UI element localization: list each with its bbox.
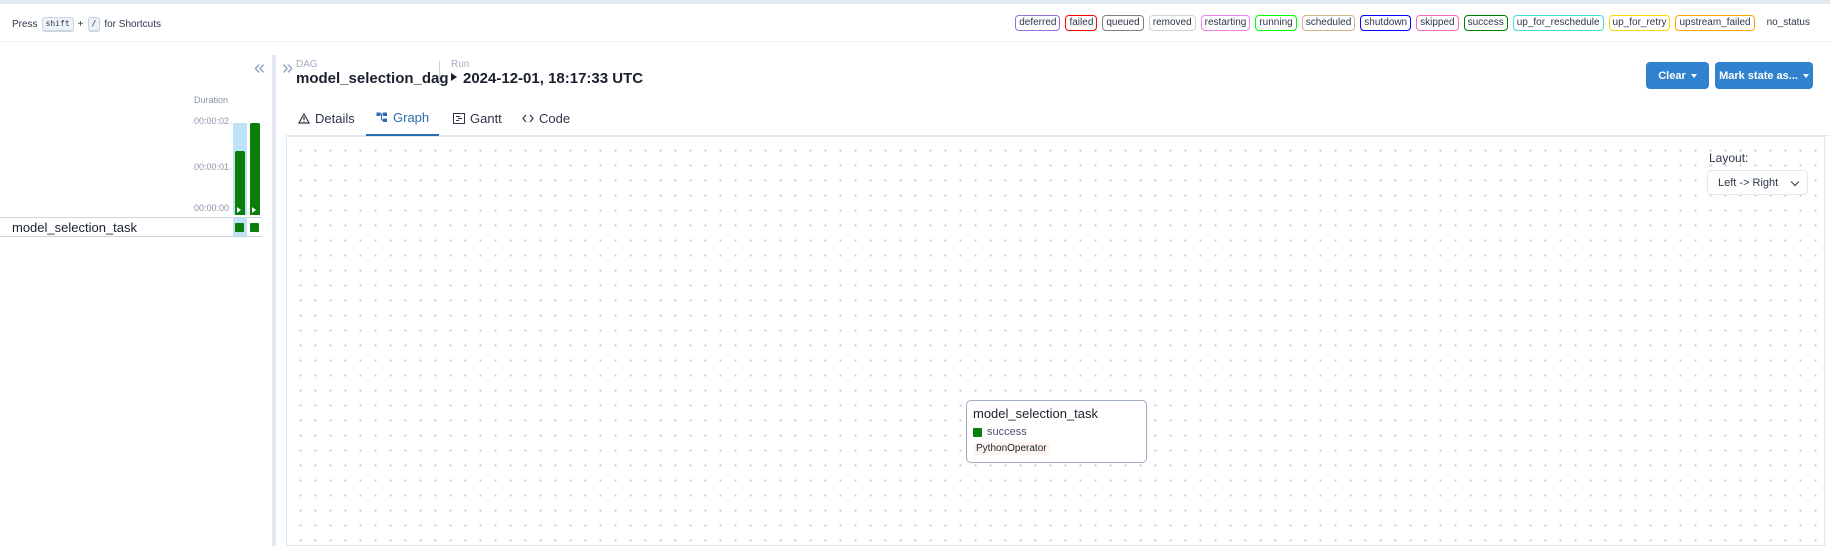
task-node[interactable]: model_selection_task success PythonOpera… <box>966 400 1147 463</box>
task-instance-square[interactable] <box>250 223 259 232</box>
run-duration-bar[interactable] <box>235 151 245 215</box>
chevron-down-icon <box>1790 177 1800 187</box>
status-square-icon <box>973 427 982 437</box>
clear-button[interactable]: Clear <box>1646 62 1709 89</box>
shortcut-press-text: Press <box>12 19 38 30</box>
graph-icon <box>376 112 387 122</box>
state-skipped[interactable]: skipped <box>1416 15 1459 31</box>
chevron-down-icon <box>1690 73 1697 78</box>
play-icon <box>252 207 256 213</box>
grid-line <box>192 122 232 123</box>
task-node-title: model_selection_task <box>973 406 1099 421</box>
chevron-down-icon <box>1802 73 1809 78</box>
state-queued[interactable]: queued <box>1102 15 1144 31</box>
layout-select[interactable]: Left -> Right <box>1707 170 1808 195</box>
expand-details-icon[interactable]: » <box>282 57 293 80</box>
detail-tabs: Details Graph Gantt Code <box>286 101 1830 136</box>
tab-label: Graph <box>393 110 430 125</box>
shortcut-suffix-text: for Shortcuts <box>104 19 162 30</box>
state-up-for-reschedule[interactable]: up_for_reschedule <box>1512 15 1604 31</box>
code-icon <box>522 114 534 123</box>
state-legend: deferred failed queued removed restartin… <box>1015 15 1814 31</box>
graph-canvas[interactable] <box>286 136 1825 546</box>
layout-select-value: Left -> Right <box>1718 176 1779 189</box>
state-success[interactable]: success <box>1463 15 1508 31</box>
slash-key: / <box>87 17 101 32</box>
state-deferred[interactable]: deferred <box>1015 15 1061 31</box>
duration-tick: 00:00:00 <box>194 203 230 213</box>
state-shutdown[interactable]: shutdown <box>1360 15 1412 31</box>
status-legend-bar: Press shift + / for Shortcuts deferred f… <box>0 4 1830 42</box>
shortcut-hint: Press shift + / for Shortcuts <box>12 17 161 32</box>
duration-label: Duration <box>194 95 229 105</box>
tab-code[interactable]: Code <box>512 101 580 136</box>
duration-tick: 00:00:01 <box>194 162 230 172</box>
run-id[interactable]: 2024-12-01, 18:17:33 UTC <box>463 70 643 87</box>
run-duration-bar[interactable] <box>250 123 260 215</box>
layout-label: Layout: <box>1709 151 1749 165</box>
grid-line <box>192 168 232 169</box>
task-node-status: success <box>973 426 1027 438</box>
panel-resize-handle[interactable] <box>272 55 276 546</box>
tab-gantt[interactable]: Gantt <box>443 101 512 136</box>
tab-label: Code <box>539 111 571 126</box>
state-upstream-failed[interactable]: upstream_failed <box>1675 15 1755 31</box>
mark-state-button[interactable]: Mark state as... <box>1715 62 1813 89</box>
state-no-status[interactable]: no_status <box>1759 15 1814 31</box>
gantt-icon <box>453 113 465 124</box>
warning-triangle-icon <box>298 113 310 124</box>
tab-label: Details <box>315 111 355 126</box>
breadcrumb-separator <box>439 61 440 85</box>
shortcut-plus: + <box>77 19 84 30</box>
state-restarting[interactable]: restarting <box>1200 15 1251 31</box>
play-icon <box>237 207 241 213</box>
task-row[interactable]: model_selection_task <box>0 217 262 237</box>
state-up-for-retry[interactable]: up_for_retry <box>1608 15 1671 31</box>
tab-label: Gantt <box>470 111 502 126</box>
tab-graph[interactable]: Graph <box>366 101 440 136</box>
state-failed[interactable]: failed <box>1065 15 1098 31</box>
operator-badge: PythonOperator <box>973 442 1050 455</box>
collapse-grid-icon[interactable]: « <box>254 57 265 80</box>
shift-key: shift <box>41 17 74 32</box>
task-node-state: success <box>987 426 1027 438</box>
state-running[interactable]: running <box>1255 15 1297 31</box>
dag-id[interactable]: model_selection_dag <box>296 70 449 87</box>
duration-tick: 00:00:02 <box>194 116 230 126</box>
run-crumb-label: Run <box>451 59 470 70</box>
grid-panel: « Duration 00:00:02 00:00:01 00:00:00 mo… <box>0 43 268 546</box>
clear-button-label: Clear <box>1658 69 1686 82</box>
state-removed[interactable]: removed <box>1148 15 1196 31</box>
run-play-icon <box>451 73 457 81</box>
dag-crumb-label: DAG <box>296 59 318 70</box>
task-instance-square[interactable] <box>235 223 244 232</box>
tab-details[interactable]: Details <box>288 101 365 136</box>
mark-state-button-label: Mark state as... <box>1719 69 1798 82</box>
task-name[interactable]: model_selection_task <box>12 220 137 235</box>
state-scheduled[interactable]: scheduled <box>1301 15 1356 31</box>
